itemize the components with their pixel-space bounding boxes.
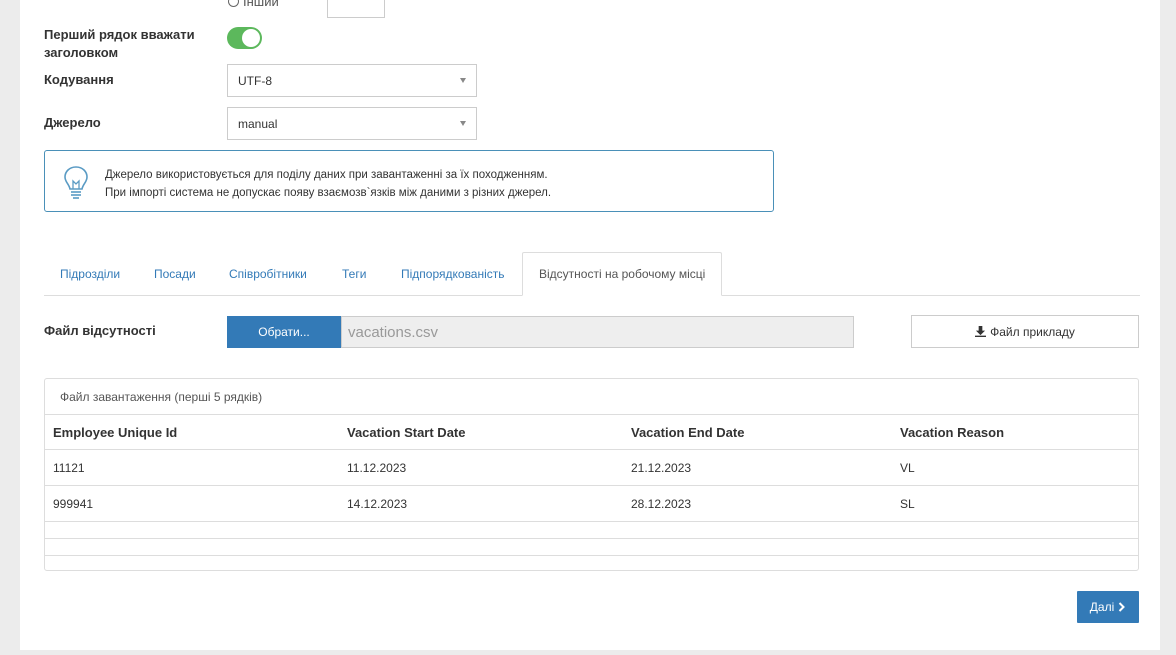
table-cell: SL xyxy=(892,485,1138,522)
encoding-label: Кодування xyxy=(44,72,114,87)
table-cell: 14.12.2023 xyxy=(339,485,623,522)
encoding-value: UTF-8 xyxy=(238,73,272,88)
source-info-box: Джерело використовується для поділу дани… xyxy=(44,150,774,212)
preview-table: Employee Unique Id Vacation Start Date V… xyxy=(45,415,1138,571)
table-header-row: Employee Unique Id Vacation Start Date V… xyxy=(45,415,1138,450)
header-row-label-line1: Перший рядок вважати xyxy=(44,27,195,42)
column-header: Vacation Reason xyxy=(892,415,1138,450)
header-row-label-line2: заголовком xyxy=(44,45,119,60)
table-cell: VL xyxy=(892,449,1138,486)
import-tabs: Підрозділи Посади Співробітники Теги Під… xyxy=(44,252,1140,296)
source-value: manual xyxy=(238,116,278,131)
table-cell: 28.12.2023 xyxy=(623,485,892,522)
source-label: Джерело xyxy=(44,115,101,130)
header-row-label: Перший рядок вважати заголовком xyxy=(44,26,195,62)
tab-positions[interactable]: Посади xyxy=(138,252,212,295)
tab-departments[interactable]: Підрозділи xyxy=(44,252,136,295)
empty-table-row xyxy=(45,521,1138,539)
preview-panel: Файл завантаження (перші 5 рядків) Emplo… xyxy=(44,378,1139,571)
header-row-toggle[interactable] xyxy=(227,27,262,49)
column-header: Employee Unique Id xyxy=(45,415,339,450)
column-header: Vacation End Date xyxy=(623,415,892,450)
other-radio-label: Інший xyxy=(243,0,279,9)
lightbulb-icon xyxy=(64,166,88,199)
empty-table-row xyxy=(45,556,1138,571)
preview-title: Файл завантаження (перші 5 рядків) xyxy=(45,379,1138,415)
empty-table-row xyxy=(45,538,1138,556)
table-cell: 11.12.2023 xyxy=(339,449,623,486)
next-button-label: Далі xyxy=(1089,600,1115,614)
toggle-knob xyxy=(242,29,260,47)
table-row: 11121 11.12.2023 21.12.2023 VL xyxy=(45,449,1138,486)
file-name-field[interactable]: vacations.csv xyxy=(341,316,854,348)
info-text: Джерело використовується для поділу дани… xyxy=(105,166,551,202)
table-cell: 999941 xyxy=(45,485,339,522)
download-icon xyxy=(975,326,987,337)
tab-employees[interactable]: Співробітники xyxy=(213,252,323,295)
other-radio-option[interactable]: Інший xyxy=(228,0,279,9)
tab-tags[interactable]: Теги xyxy=(326,252,382,295)
encoding-select[interactable]: UTF-8 xyxy=(227,64,477,97)
browse-button[interactable]: Обрати... xyxy=(227,316,341,348)
next-button[interactable]: Далі xyxy=(1077,591,1139,623)
table-row: 999941 14.12.2023 28.12.2023 SL xyxy=(45,485,1138,522)
import-panel: Інший Перший рядок вважати заголовком Ко… xyxy=(20,0,1160,650)
chevron-down-icon xyxy=(460,121,466,126)
radio-circle[interactable] xyxy=(228,0,239,7)
download-sample-button[interactable]: Файл прикладу xyxy=(911,315,1139,348)
tab-subordination[interactable]: Підпорядкованість xyxy=(385,252,521,295)
column-header: Vacation Start Date xyxy=(339,415,623,450)
tab-absences[interactable]: Відсутності на робочому місці xyxy=(522,252,723,296)
other-delimiter-input[interactable] xyxy=(327,0,385,18)
chevron-right-icon xyxy=(1119,602,1126,612)
chevron-down-icon xyxy=(460,78,466,83)
table-cell: 11121 xyxy=(45,449,339,486)
info-line-2: При імпорті система не допускає появу вз… xyxy=(105,187,552,199)
sample-button-label: Файл прикладу xyxy=(990,324,1075,339)
source-select[interactable]: manual xyxy=(227,107,477,140)
table-cell: 21.12.2023 xyxy=(623,449,892,486)
info-line-1: Джерело використовується для поділу дани… xyxy=(105,169,548,181)
absence-file-label: Файл відсутності xyxy=(44,323,156,338)
